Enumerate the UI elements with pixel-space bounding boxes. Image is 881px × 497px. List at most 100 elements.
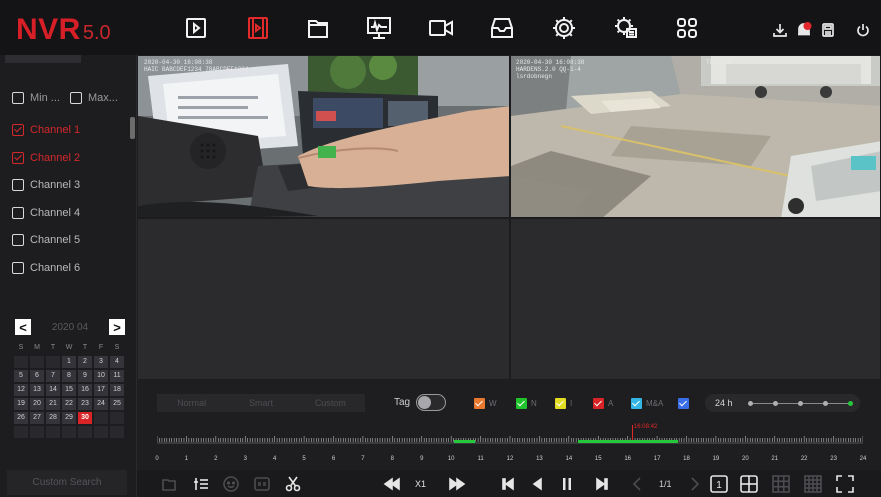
pause-button[interactable] — [557, 474, 577, 494]
calendar-prev-button[interactable]: < — [15, 319, 31, 335]
channel-3-item[interactable]: Channel 3 — [12, 179, 80, 191]
calendar-day[interactable]: 22 — [62, 398, 76, 410]
channel-2-item[interactable]: Channel 2 — [12, 152, 80, 164]
filter-i-checkbox[interactable] — [555, 398, 566, 409]
nav-files-button[interactable] — [300, 10, 336, 46]
calendar-day[interactable]: 21 — [46, 398, 60, 410]
zoom-step[interactable] — [848, 401, 853, 406]
calendar-day[interactable]: 23 — [78, 398, 92, 410]
calendar-day[interactable]: 9 — [78, 370, 92, 382]
pos-button[interactable] — [252, 474, 272, 494]
previous-frame-button[interactable] — [498, 474, 518, 494]
layout-1-button[interactable]: 1 — [709, 474, 729, 494]
channel-2-checkbox[interactable] — [12, 152, 24, 164]
calendar-day[interactable]: 25 — [110, 398, 124, 410]
zoom-step[interactable] — [823, 401, 828, 406]
calendar-next-button[interactable]: > — [109, 319, 125, 335]
calendar-day[interactable]: 18 — [110, 384, 124, 396]
channel-4-item[interactable]: Channel 4 — [12, 207, 80, 219]
clip-folder-button[interactable] — [159, 474, 179, 494]
fast-forward-button[interactable] — [447, 474, 467, 494]
next-frame-button[interactable] — [592, 474, 612, 494]
filter-ma[interactable]: M&A — [631, 398, 663, 409]
calendar-day[interactable]: 11 — [110, 370, 124, 382]
calendar-day[interactable]: 5 — [14, 370, 28, 382]
calendar-day[interactable]: 20 — [30, 398, 44, 410]
layout-16-button[interactable] — [803, 474, 823, 494]
custom-search-button[interactable]: Custom Search — [7, 470, 127, 495]
filter-n[interactable]: N — [516, 398, 537, 409]
calendar-day[interactable]: 7 — [46, 370, 60, 382]
channel-6-item[interactable]: Channel 6 — [12, 262, 80, 274]
channel-list-scrollbar[interactable] — [130, 117, 135, 139]
calendar-day[interactable]: 26 — [14, 412, 28, 424]
camera-1-pane[interactable]: 2020-04-30 16:08:38 HAIC BABCDEF1234 78A… — [137, 55, 510, 218]
calendar-day[interactable]: 2 — [78, 356, 92, 368]
min-checkbox[interactable]: Min ... — [12, 92, 60, 105]
calendar-day[interactable]: 13 — [30, 384, 44, 396]
nav-monitor-button[interactable] — [361, 10, 397, 46]
mode-custom-tab[interactable]: Custom — [296, 394, 365, 412]
recording-segment[interactable] — [454, 440, 475, 443]
calendar-day[interactable]: 14 — [46, 384, 60, 396]
tag-list-button[interactable] — [191, 474, 211, 494]
disk-button[interactable] — [818, 20, 838, 40]
calendar-day[interactable]: 17 — [94, 384, 108, 396]
filter-all-checkbox[interactable] — [678, 398, 689, 409]
channel-1-item[interactable]: Channel 1 — [12, 124, 80, 136]
camera-2-pane[interactable]: 2020-04-30 16:08:38 HARDENS.2.0 QQ-1-4 l… — [510, 55, 881, 218]
power-button[interactable] — [853, 20, 873, 40]
channel-5-checkbox[interactable] — [12, 234, 24, 246]
calendar-day[interactable]: 28 — [46, 412, 60, 424]
calendar-day[interactable]: 16 — [78, 384, 92, 396]
channel-1-checkbox[interactable] — [12, 124, 24, 136]
calendar-day[interactable]: 30 — [78, 412, 92, 424]
filter-w[interactable]: W — [474, 398, 497, 409]
calendar-day[interactable]: 12 — [14, 384, 28, 396]
mode-smart-tab[interactable]: Smart — [226, 394, 295, 412]
channel-4-checkbox[interactable] — [12, 207, 24, 219]
download-button[interactable] — [770, 20, 790, 40]
nav-camera-button[interactable] — [423, 10, 459, 46]
filter-a[interactable]: A — [593, 398, 613, 409]
channel-6-checkbox[interactable] — [12, 262, 24, 274]
channel-3-checkbox[interactable] — [12, 179, 24, 191]
nav-live-button[interactable] — [178, 10, 214, 46]
filter-n-checkbox[interactable] — [516, 398, 527, 409]
zoom-step[interactable] — [798, 401, 803, 406]
nav-playback-button[interactable] — [240, 10, 276, 46]
min-checkbox-box[interactable] — [12, 92, 24, 105]
recording-segment[interactable] — [577, 440, 678, 443]
camera-3-pane[interactable] — [137, 218, 510, 380]
page-prev-button[interactable] — [627, 474, 647, 494]
nav-advanced-button[interactable] — [608, 10, 644, 46]
zoom-step[interactable] — [773, 401, 778, 406]
mode-normal-tab[interactable]: Normal — [157, 394, 226, 412]
max-checkbox[interactable]: Max... — [69, 92, 118, 105]
filter-all[interactable] — [678, 398, 693, 409]
page-next-button[interactable] — [685, 474, 705, 494]
alarm-button[interactable] — [794, 20, 814, 40]
calendar-day[interactable]: 29 — [62, 412, 76, 424]
nav-backup-button[interactable] — [484, 10, 520, 46]
face-search-button[interactable] — [221, 474, 241, 494]
filter-a-checkbox[interactable] — [593, 398, 604, 409]
cut-clip-button[interactable] — [283, 474, 303, 494]
nav-grid-menu-button[interactable] — [669, 10, 705, 46]
calendar-day[interactable]: 10 — [94, 370, 108, 382]
channel-5-item[interactable]: Channel 5 — [12, 234, 80, 246]
calendar-day[interactable]: 27 — [30, 412, 44, 424]
filter-i[interactable]: I — [555, 398, 572, 409]
calendar-day[interactable]: 15 — [62, 384, 76, 396]
calendar-day[interactable]: 24 — [94, 398, 108, 410]
timeline-track[interactable] — [157, 442, 863, 444]
timeline-zoom-slider[interactable]: 24 h — [705, 394, 860, 412]
camera-4-pane[interactable] — [510, 218, 881, 380]
nav-settings-button[interactable] — [546, 10, 582, 46]
layout-4-button[interactable] — [739, 474, 759, 494]
layout-9-button[interactable] — [771, 474, 791, 494]
calendar-day[interactable]: 8 — [62, 370, 76, 382]
calendar-day[interactable]: 19 — [14, 398, 28, 410]
fullscreen-button[interactable] — [835, 474, 855, 494]
filter-w-checkbox[interactable] — [474, 398, 485, 409]
